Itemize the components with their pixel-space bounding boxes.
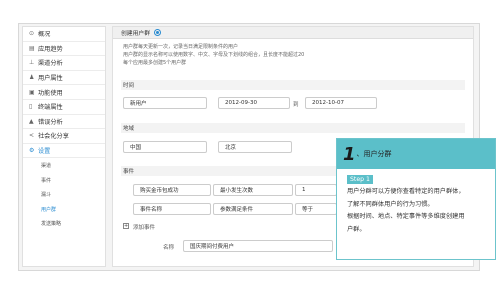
start-date-field[interactable]: 2012-09-30 xyxy=(218,97,290,109)
intro-text: 用户群每天更新一次，记录当日满足限制条件的用户 用户群的显示名称可以使用数字、中… xyxy=(123,43,304,68)
region-section-label: 地域 xyxy=(121,123,465,133)
sidebar-item-label: 设置 xyxy=(38,148,51,156)
sidebar-item-error[interactable]: ▲ 错误分析 xyxy=(23,115,105,130)
tip-line: 了解不同群体用户的行为习惯。 xyxy=(347,200,434,208)
sidebar-item-channel[interactable]: ⊥ 渠道分析 xyxy=(23,56,105,71)
user-type-select[interactable]: 新用户 xyxy=(123,97,207,109)
tip-line: 用户分群可以方便你查看特定的用户群体， xyxy=(347,188,465,195)
city-select[interactable]: 北京 xyxy=(218,141,292,153)
step-badge: Step 1 xyxy=(347,175,373,184)
intro-line: 用户群每天更新一次，记录当日满足限制条件的用户 xyxy=(123,44,239,50)
intro-line: 每个应用最多创建5个用户群 xyxy=(123,60,187,67)
trend-icon: ▤ xyxy=(29,44,35,52)
sidebar: ⊙ 概况 ▤ 应用趋势 ⊥ 渠道分析 ♟ 用户属性 ▣ 功能使用 ▯ 终端属性 … xyxy=(22,26,106,267)
sidebar-item-label: 终端属性 xyxy=(38,104,63,112)
sidebar-item-label: 渠道分析 xyxy=(38,60,63,68)
sidebar-item-feature-use[interactable]: ▣ 功能使用 xyxy=(23,85,105,100)
device-icon: ▯ xyxy=(29,103,33,111)
count-input[interactable]: 1 xyxy=(295,184,337,196)
sidebar-item-device-attr[interactable]: ▯ 终端属性 xyxy=(23,100,105,115)
overview-icon: ⊙ xyxy=(29,30,35,38)
sidebar-subitem-channel[interactable]: 渠道 xyxy=(23,158,105,173)
date-to-label: 到 xyxy=(293,102,299,108)
add-event-icon[interactable]: + xyxy=(123,223,129,229)
name-label: 名称 xyxy=(163,245,175,251)
country-select[interactable]: 中国 xyxy=(123,141,207,153)
intro-line: 用户群的显示名称可以使用数字、中文、字母及下划线的组合，且长度不能超过20 xyxy=(123,52,305,59)
channel-icon: ⊥ xyxy=(29,59,35,67)
tip-line: 户群。 xyxy=(347,225,366,233)
gear-icon: ⚙ xyxy=(29,147,35,155)
radio-icon[interactable] xyxy=(154,29,161,36)
sidebar-subitem-event[interactable]: 事件 xyxy=(23,173,105,188)
operator-select[interactable]: 等于 xyxy=(295,203,337,215)
sidebar-item-label: 功能使用 xyxy=(38,89,63,97)
condition-select[interactable]: 最小发生次数 xyxy=(213,184,293,196)
panel-header: 创建用户群 xyxy=(113,27,473,39)
warning-icon: ▲ xyxy=(29,117,34,125)
time-section-label: 时间 xyxy=(121,80,465,90)
end-date-field[interactable]: 2012-10-07 xyxy=(305,97,377,109)
sidebar-item-label: 用户属性 xyxy=(38,75,63,83)
sidebar-item-label: 应用趋势 xyxy=(38,45,63,53)
share-icon: < xyxy=(29,132,35,140)
sidebar-subitem-strategy[interactable]: 发送策略 xyxy=(23,216,105,231)
sidebar-item-label: 概况 xyxy=(38,31,51,39)
tip-line: 根据时间、地点、特定事件等多维度创建用 xyxy=(347,213,465,220)
tip-card: 1 、用户分群 Step 1 用户分群可以方便你查看特定的用户群体， 了解不同群… xyxy=(336,138,496,260)
sidebar-item-overview[interactable]: ⊙ 概况 xyxy=(23,27,105,42)
group-name-input[interactable]: 国庆期间付费用户 xyxy=(183,240,333,252)
sidebar-subitem-funnel[interactable]: 漏斗 xyxy=(23,187,105,202)
feature-icon: ▣ xyxy=(29,88,35,96)
tip-header: 1 、用户分群 xyxy=(337,139,495,169)
sidebar-subitem-user-group[interactable]: 用户群 xyxy=(23,202,105,217)
sidebar-item-user-attr[interactable]: ♟ 用户属性 xyxy=(23,71,105,86)
event-name-select[interactable]: 事件名称 xyxy=(133,203,211,215)
sidebar-item-share[interactable]: < 社会化分享 xyxy=(23,129,105,144)
tip-number: 1 xyxy=(343,143,356,165)
sidebar-item-settings[interactable]: ⚙ 设置 xyxy=(23,144,105,159)
tip-text: 用户分群可以方便你查看特定的用户群体， 了解不同群体用户的行为习惯。 根据时间、… xyxy=(347,186,495,236)
sidebar-item-app-trend[interactable]: ▤ 应用趋势 xyxy=(23,42,105,57)
tip-title: 、用户分群 xyxy=(356,150,392,158)
sidebar-item-label: 社会化分享 xyxy=(38,133,69,141)
user-icon: ♟ xyxy=(29,74,35,82)
page-title: 创建用户群 xyxy=(121,31,150,37)
sidebar-item-label: 错误分析 xyxy=(38,118,63,126)
param-condition-select[interactable]: 参数满足条件 xyxy=(213,203,293,215)
event-select[interactable]: 购买金币包成功 xyxy=(133,184,211,196)
add-event-button[interactable]: 添加事件 xyxy=(133,223,155,231)
